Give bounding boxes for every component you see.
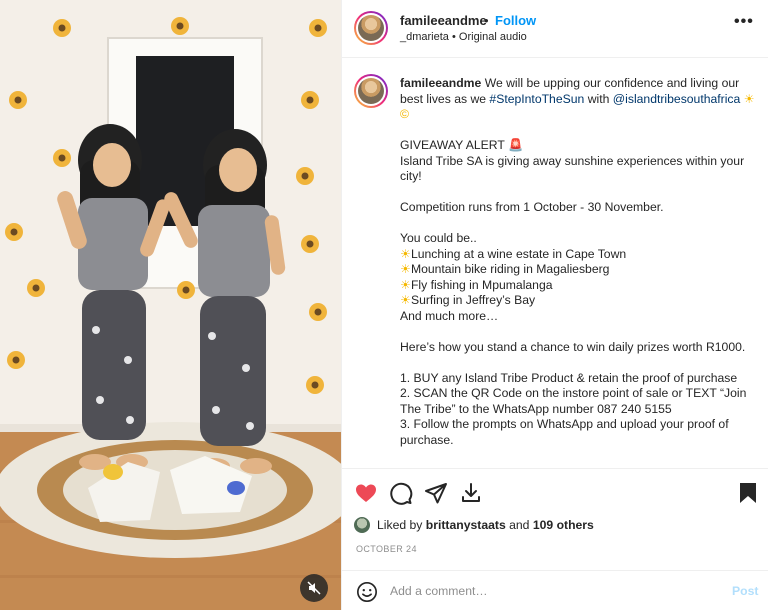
sun-emoji: ☀ <box>400 277 411 292</box>
caption-with: with <box>587 91 610 106</box>
could-be-line: You could be.. <box>400 231 477 245</box>
subline-separator: • <box>451 31 456 43</box>
likes-and: and <box>509 518 530 532</box>
audio-author[interactable]: _dmarieta <box>400 31 449 43</box>
emoji-icon[interactable] <box>356 581 378 603</box>
step-item: 1. BUY any Island Tribe Product & retain… <box>400 370 738 385</box>
liker-avatar[interactable] <box>354 517 370 533</box>
mute-toggle-button[interactable] <box>300 574 328 602</box>
prize-list-item: ☀Lunching at a wine estate in Cape Town <box>400 246 627 261</box>
giveaway-text: GIVEAWAY ALERT <box>400 138 505 152</box>
download-icon[interactable] <box>459 481 483 505</box>
follow-button[interactable]: Follow <box>495 13 536 28</box>
liker-username[interactable]: brittanystaats <box>426 518 506 532</box>
caption-username[interactable]: famileeandme <box>400 76 481 90</box>
save-icon[interactable] <box>736 481 760 505</box>
step-item: 2. SCAN the QR Code on the instore point… <box>400 386 747 416</box>
more-options-icon[interactable]: ••• <box>734 13 754 31</box>
post-comment-button[interactable]: Post <box>732 584 758 598</box>
prize-list-item: ☀Mountain bike riding in Magaliesberg <box>400 262 610 276</box>
header-subline: _dmarieta • Original audio <box>400 31 527 43</box>
caption-avatar[interactable] <box>354 74 388 108</box>
caption-text: famileeandme We will be upping our confi… <box>400 76 758 448</box>
hashtag-link[interactable]: #StepIntoTheSun <box>489 92 584 106</box>
prize-list-item: ☀Fly fishing in Mpumalanga <box>400 277 553 292</box>
share-icon[interactable] <box>424 481 448 505</box>
speaker-muted-icon <box>307 581 321 595</box>
competition-line: Competition runs from 1 October - 30 Nov… <box>400 200 664 214</box>
post-media[interactable] <box>0 0 341 610</box>
comment-bar: Post <box>342 570 768 610</box>
liked-by-prefix: Liked by <box>377 518 423 532</box>
post-video-frame <box>0 0 341 610</box>
comment-input[interactable] <box>390 580 710 602</box>
action-bar <box>342 468 768 514</box>
siren-emoji: 🚨 <box>507 138 524 152</box>
audio-label[interactable]: Original audio <box>459 31 527 43</box>
sun-emoji: ☀ <box>400 246 411 261</box>
prize-list-item: ☀Surfing in Jeffrey’s Bay <box>400 293 536 307</box>
giveaway-line: GIVEAWAY ALERT 🚨 <box>400 138 758 154</box>
likes-summary: Liked by brittanystaats and 109 others <box>354 517 594 533</box>
heart-icon[interactable] <box>354 481 378 505</box>
mention-link[interactable]: @islandtribesouthafrica <box>613 92 741 106</box>
step-item: 3. Follow the prompts on WhatsApp and up… <box>400 417 729 447</box>
comment-icon[interactable] <box>389 481 413 505</box>
sun-emoji: ☀ <box>400 293 411 307</box>
sun-emoji: ☀ <box>400 262 411 276</box>
author-avatar[interactable] <box>354 11 388 45</box>
post-header: famileeandme • Follow _dmarieta • Origin… <box>342 0 768 58</box>
caption-area: famileeandme We will be upping our confi… <box>342 58 768 468</box>
likes-others-link[interactable]: 109 others <box>533 518 594 532</box>
much-more-line: And much more… <box>400 308 499 323</box>
post-date: OCTOBER 24 <box>356 544 417 554</box>
chance-line: Here’s how you stand a chance to win dai… <box>400 339 746 354</box>
header-separator: • <box>484 13 489 28</box>
author-username[interactable]: famileeandme <box>400 13 487 28</box>
post-side-panel: famileeandme • Follow _dmarieta • Origin… <box>341 0 768 610</box>
island-line: Island Tribe SA is giving away sunshine … <box>400 153 745 184</box>
caption-intro: famileeandme We will be upping our confi… <box>400 76 758 123</box>
